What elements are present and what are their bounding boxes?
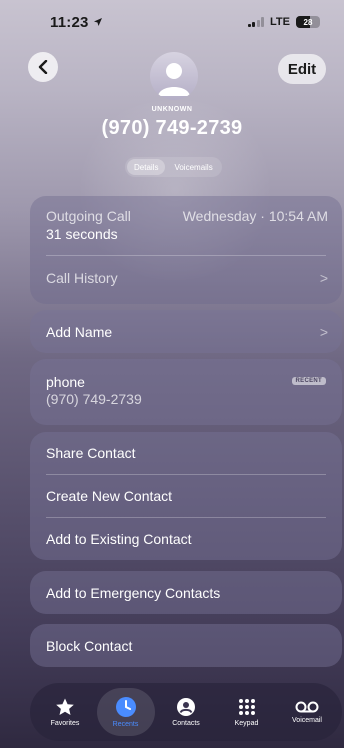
star-icon: [56, 698, 74, 715]
tab-contacts[interactable]: Contacts: [157, 688, 215, 736]
add-name-label: Add Name: [46, 324, 113, 340]
edit-button[interactable]: Edit: [278, 54, 326, 84]
keypad-icon: [238, 699, 255, 715]
clock-icon: [115, 697, 136, 717]
person-silhouette-icon: [158, 63, 190, 96]
divider: [46, 517, 326, 518]
person-icon: [177, 698, 195, 716]
create-new-contact-button[interactable]: Create New Contact: [46, 488, 328, 504]
call-duration: 31 seconds: [46, 226, 118, 242]
call-history-button[interactable]: Call History: [46, 270, 118, 286]
phone-number-title: (970) 749-2739: [101, 117, 243, 139]
location-arrow-icon: [93, 18, 102, 26]
add-to-existing-contact-button[interactable]: Add to Existing Contact: [46, 531, 328, 547]
emergency-label: Add to Emergency Contacts: [46, 585, 221, 601]
add-to-emergency-contacts-button[interactable]: Add to Emergency Contacts: [30, 571, 342, 614]
phone-entry-card[interactable]: phone (970) 749-2739 RECENT: [30, 359, 342, 425]
tab-voicemail[interactable]: Voicemail: [278, 688, 336, 736]
tab-favorites[interactable]: Favorites: [36, 688, 94, 736]
recent-badge: RECENT: [291, 377, 326, 385]
avatar: [150, 52, 198, 100]
caller-label: UNKNOWN: [151, 106, 193, 113]
block-label: Block Contact: [46, 638, 133, 654]
tab-recents[interactable]: Recents: [96, 688, 155, 736]
tab-voicemails[interactable]: Voicemails: [167, 159, 219, 175]
share-contact-button[interactable]: Share Contact: [46, 445, 328, 461]
phone-entry-number: (970) 749-2739: [46, 391, 142, 407]
network-label: LTE: [270, 16, 290, 28]
tab-details[interactable]: Details: [127, 159, 166, 175]
chevron-right-icon: >: [319, 324, 328, 340]
divider: [46, 255, 326, 256]
details-voicemails-segmented-control: Details Voicemails: [125, 157, 222, 177]
tab-keypad[interactable]: Keypad: [218, 688, 276, 736]
call-info-card: Outgoing Call Wednesday · 10:54 AM 31 se…: [30, 196, 342, 304]
status-right: LTE 28: [247, 16, 320, 28]
phone-label: phone: [46, 374, 85, 390]
chevron-left-icon: [38, 60, 48, 74]
block-contact-button[interactable]: Block Contact: [30, 624, 342, 667]
status-time: 11:23: [50, 14, 103, 31]
call-date-time: Wednesday · 10:54 AM: [182, 208, 328, 224]
contact-actions-card: Share Contact Create New Contact Add to …: [30, 432, 342, 560]
chevron-right-icon: >: [319, 270, 328, 286]
divider: [46, 474, 326, 475]
signal-icon: [247, 17, 265, 27]
tab-bar: Favorites Recents Contacts Keypad Voicem…: [30, 683, 342, 741]
battery-icon: 28: [296, 16, 320, 28]
add-name-button[interactable]: Add Name >: [30, 310, 342, 353]
voicemail-icon: [295, 701, 319, 713]
status-bar: 11:23 LTE 28: [0, 0, 344, 44]
back-button[interactable]: [28, 52, 58, 82]
